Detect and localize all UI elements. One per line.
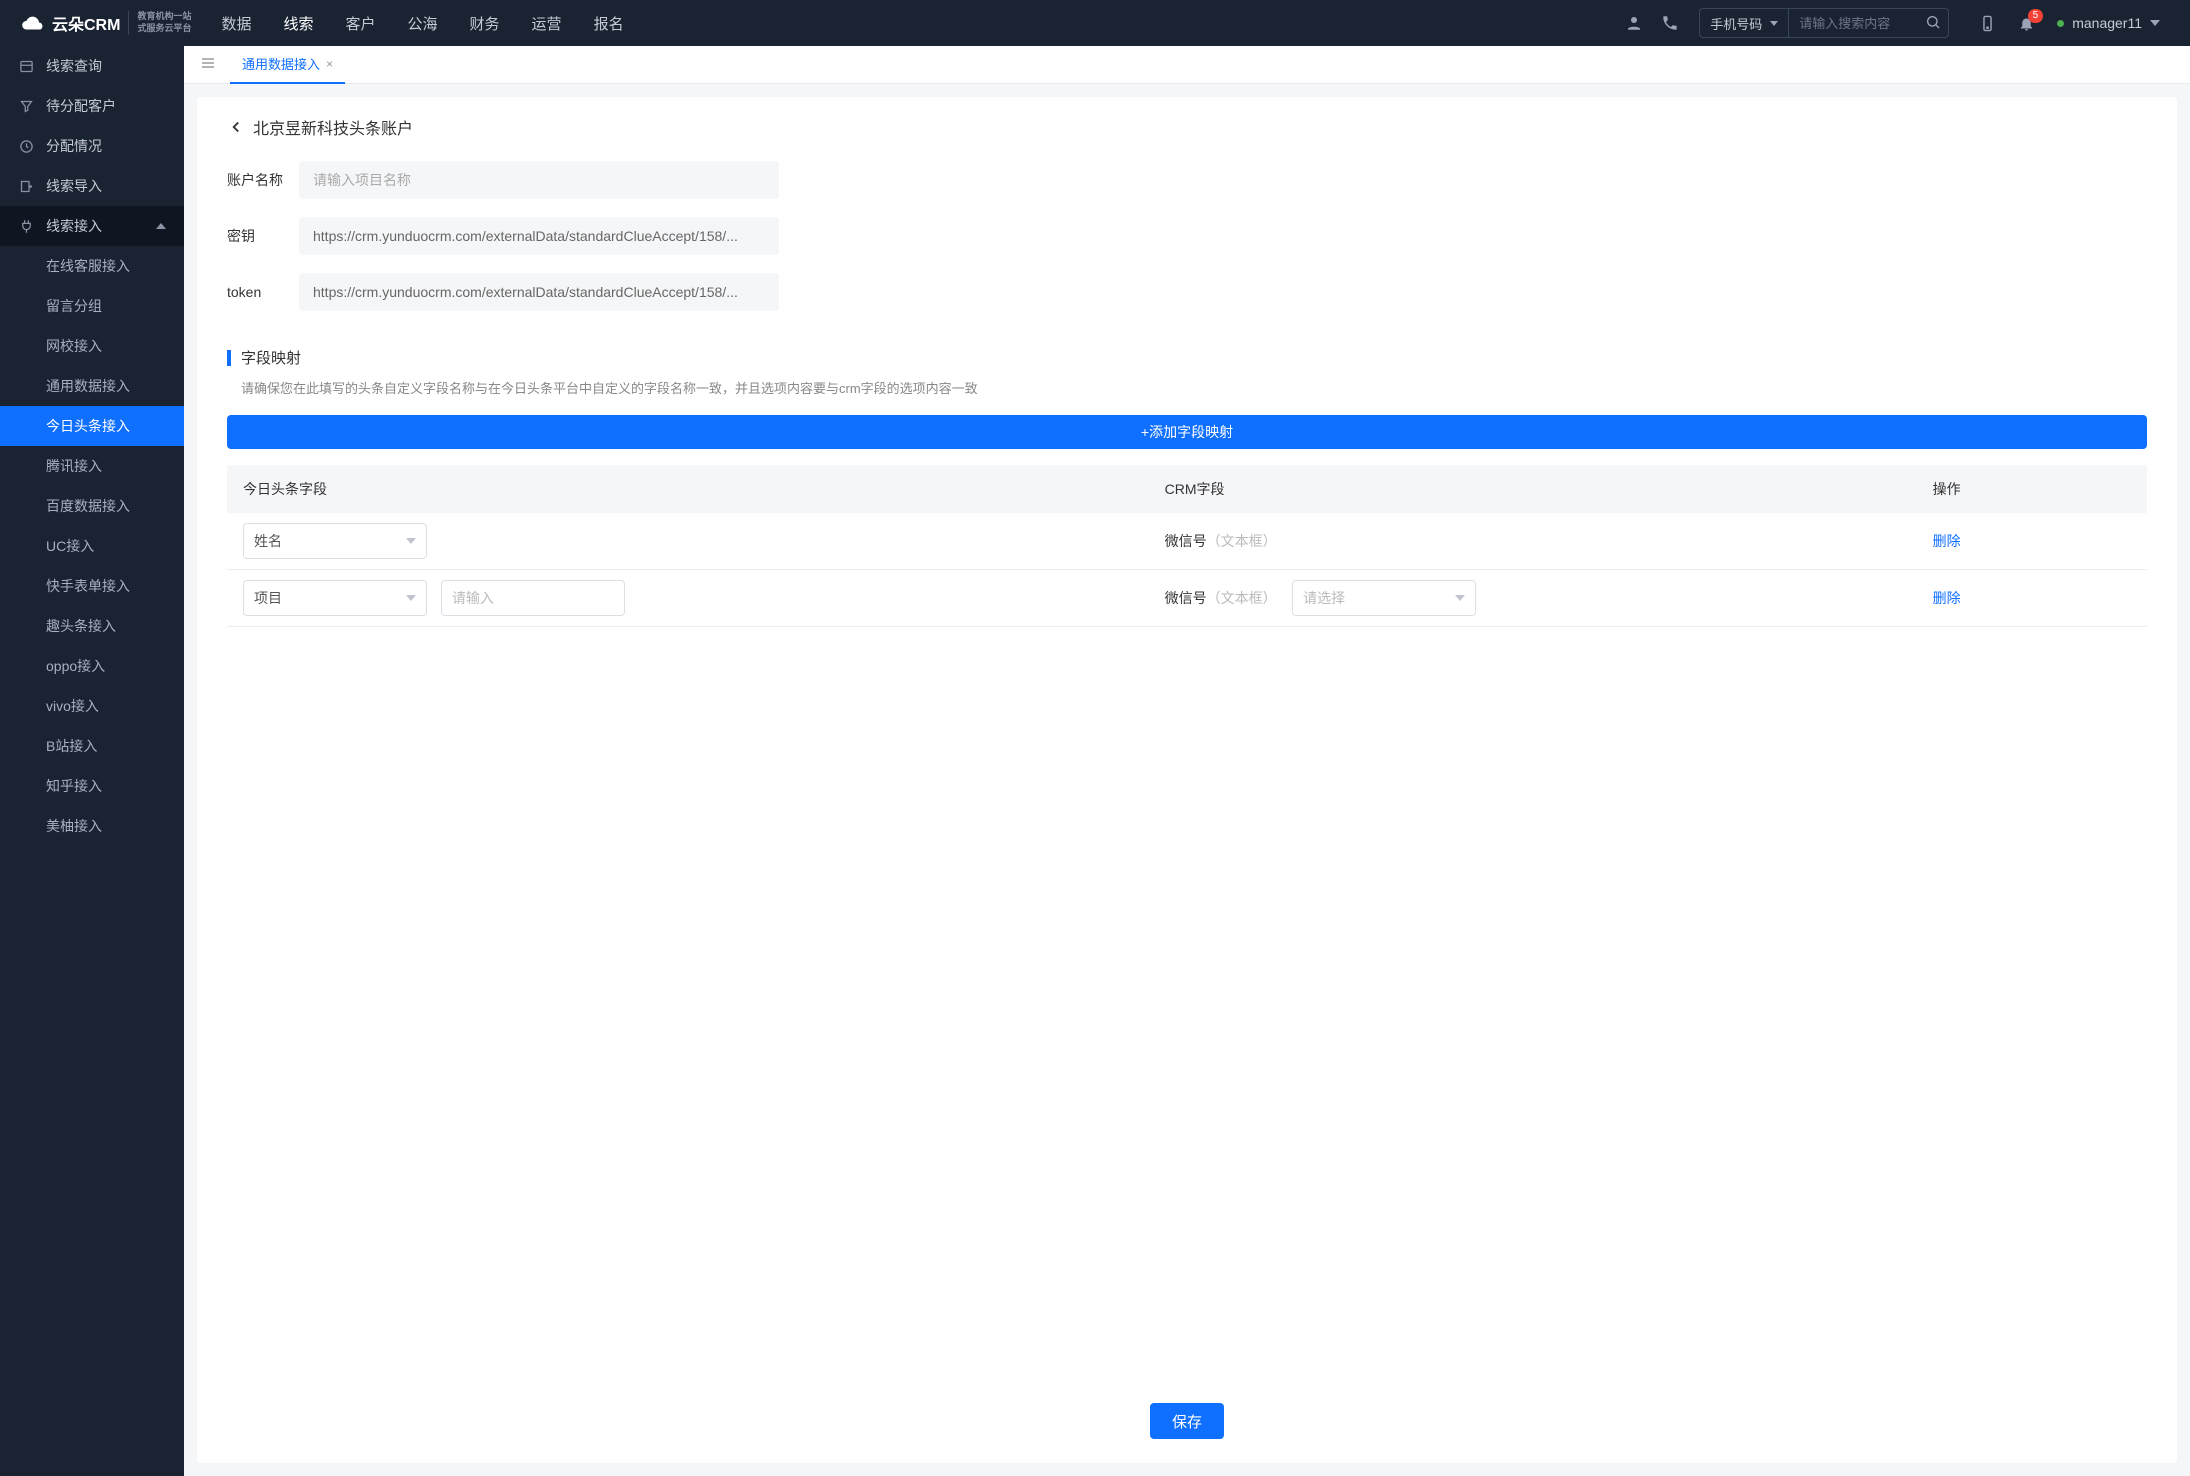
- back-button[interactable]: [227, 118, 245, 136]
- sidebar-sub-item[interactable]: 快手表单接入: [0, 566, 184, 606]
- field-select[interactable]: 姓名: [243, 523, 427, 559]
- field-select[interactable]: 项目: [243, 580, 427, 616]
- sidebar-item[interactable]: 分配情况: [0, 126, 184, 166]
- tab-bar: 通用数据接入 ×: [184, 46, 2190, 84]
- search-icon[interactable]: [1925, 14, 1941, 33]
- section-bar-icon: [227, 350, 231, 366]
- sidebar-sub-item[interactable]: 腾讯接入: [0, 446, 184, 486]
- sidebar-sub-item[interactable]: 今日头条接入: [0, 406, 184, 446]
- col-toutiao-field: 今日头条字段: [227, 465, 1149, 513]
- sidebar-item-label: 线索导入: [46, 176, 102, 196]
- sidebar-sub-item[interactable]: 美柚接入: [0, 806, 184, 846]
- close-icon[interactable]: ×: [326, 57, 333, 71]
- sidebar-sub-item[interactable]: UC接入: [0, 526, 184, 566]
- chevron-down-icon: [1455, 595, 1465, 601]
- top-nav-item[interactable]: 报名: [594, 13, 624, 34]
- page-content: 北京昱新科技头条账户 账户名称 密钥 token 字段映射 请确保您在此填写的头…: [197, 97, 2177, 1463]
- tab-label: 通用数据接入: [242, 54, 320, 73]
- mapping-section-title: 字段映射: [241, 347, 301, 368]
- sidebar-item[interactable]: 线索接入: [0, 206, 184, 246]
- sidebar-item[interactable]: 线索导入: [0, 166, 184, 206]
- search-type-select[interactable]: 手机号码: [1699, 8, 1789, 38]
- account-name-input[interactable]: [299, 161, 779, 199]
- topbar-right: 5 manager11: [1979, 15, 2160, 32]
- crm-select[interactable]: 请选择: [1292, 580, 1476, 616]
- list-icon: [18, 59, 34, 74]
- chevron-down-icon: [406, 595, 416, 601]
- token-input[interactable]: [299, 273, 779, 311]
- top-nav-item[interactable]: 公海: [408, 13, 438, 34]
- chevron-down-icon: [2150, 18, 2160, 28]
- cloud-icon: [20, 10, 46, 36]
- secret-label: 密钥: [227, 226, 299, 246]
- logo: 云朵CRM 教育机构一站 式服务云平台: [20, 10, 191, 36]
- mapping-hint: 请确保您在此填写的头条自定义字段名称与在今日头条平台中自定义的字段名称一致，并且…: [227, 378, 2147, 397]
- logo-subtitle: 教育机构一站 式服务云平台: [128, 11, 191, 34]
- token-label: token: [227, 284, 299, 300]
- secret-input[interactable]: [299, 217, 779, 255]
- notification-badge: 5: [2028, 9, 2044, 23]
- status-dot-icon: [2057, 20, 2064, 27]
- sidebar-sub-item[interactable]: 网校接入: [0, 326, 184, 366]
- sidebar-sub-item[interactable]: 百度数据接入: [0, 486, 184, 526]
- clock-icon: [18, 139, 34, 154]
- sidebar-sub-item[interactable]: B站接入: [0, 726, 184, 766]
- notification-icon[interactable]: 5: [2018, 15, 2035, 32]
- sidebar-item[interactable]: 待分配客户: [0, 86, 184, 126]
- crm-field-label: 微信号: [1165, 590, 1207, 606]
- plug-icon: [18, 219, 34, 234]
- main-area: 通用数据接入 × 北京昱新科技头条账户 账户名称 密钥 token 字段映射: [184, 46, 2190, 1476]
- sidebar-item-label: 线索查询: [46, 56, 102, 76]
- tab[interactable]: 通用数据接入 ×: [230, 46, 345, 84]
- sidebar-sub-item[interactable]: oppo接入: [0, 646, 184, 686]
- username: manager11: [2072, 15, 2142, 31]
- field-sub-input[interactable]: [441, 580, 625, 616]
- mapping-table: 今日头条字段 CRM字段 操作 姓名 微: [227, 465, 2147, 627]
- add-mapping-button[interactable]: +添加字段映射: [227, 415, 2147, 449]
- top-nav-item[interactable]: 线索: [283, 13, 313, 34]
- sidebar-sub-item[interactable]: 趣头条接入: [0, 606, 184, 646]
- sidebar: 线索查询待分配客户分配情况线索导入线索接入在线客服接入留言分组网校接入通用数据接…: [0, 46, 184, 1476]
- top-nav: 数据 线索 客户 公海 财务 运营 报名: [221, 13, 1605, 34]
- topbar-mid-icons: [1625, 14, 1679, 32]
- top-nav-item[interactable]: 数据: [221, 13, 251, 34]
- col-action: 操作: [1917, 465, 2147, 513]
- page-title: 北京昱新科技头条账户: [253, 115, 413, 139]
- sidebar-item[interactable]: 线索查询: [0, 46, 184, 86]
- delete-link[interactable]: 删除: [1933, 590, 1961, 606]
- sidebar-sub-item[interactable]: vivo接入: [0, 686, 184, 726]
- sidebar-item-label: 线索接入: [46, 216, 102, 236]
- mobile-icon[interactable]: [1979, 15, 1996, 32]
- tab-menu-icon[interactable]: [194, 55, 222, 74]
- chevron-up-icon: [156, 218, 166, 234]
- col-crm-field: CRM字段: [1149, 465, 1917, 513]
- sidebar-sub-item[interactable]: 在线客服接入: [0, 246, 184, 286]
- account-name-label: 账户名称: [227, 170, 299, 190]
- save-button[interactable]: 保存: [1150, 1403, 1224, 1439]
- top-nav-item[interactable]: 客户: [346, 13, 376, 34]
- export-icon: [18, 179, 34, 194]
- crm-field-hint: （文本框）: [1207, 590, 1277, 606]
- delete-link[interactable]: 删除: [1933, 533, 1961, 549]
- table-row: 项目 微信号（文本框） 请选择: [227, 570, 2147, 627]
- sidebar-item-label: 待分配客户: [46, 96, 116, 116]
- chevron-down-icon: [406, 538, 416, 544]
- sidebar-item-label: 分配情况: [46, 136, 102, 156]
- crm-field-hint: （文本框）: [1207, 533, 1277, 549]
- user-menu[interactable]: manager11: [2057, 15, 2160, 31]
- crm-field-label: 微信号: [1165, 533, 1207, 549]
- user-add-icon[interactable]: [1625, 14, 1643, 32]
- table-row: 姓名 微信号（文本框） 删除: [227, 513, 2147, 570]
- top-header: 云朵CRM 教育机构一站 式服务云平台 数据线索客户公海财务运营报名 手机号码 …: [0, 0, 2190, 46]
- search-area: 手机号码: [1699, 8, 1949, 38]
- sidebar-sub-item[interactable]: 通用数据接入: [0, 366, 184, 406]
- top-nav-item[interactable]: 运营: [532, 13, 562, 34]
- top-nav-item[interactable]: 财务: [470, 13, 500, 34]
- phone-icon[interactable]: [1661, 14, 1679, 32]
- logo-text: 云朵CRM: [52, 11, 120, 35]
- filter-icon: [18, 99, 34, 114]
- sidebar-sub-item[interactable]: 留言分组: [0, 286, 184, 326]
- sidebar-sub-item[interactable]: 知乎接入: [0, 766, 184, 806]
